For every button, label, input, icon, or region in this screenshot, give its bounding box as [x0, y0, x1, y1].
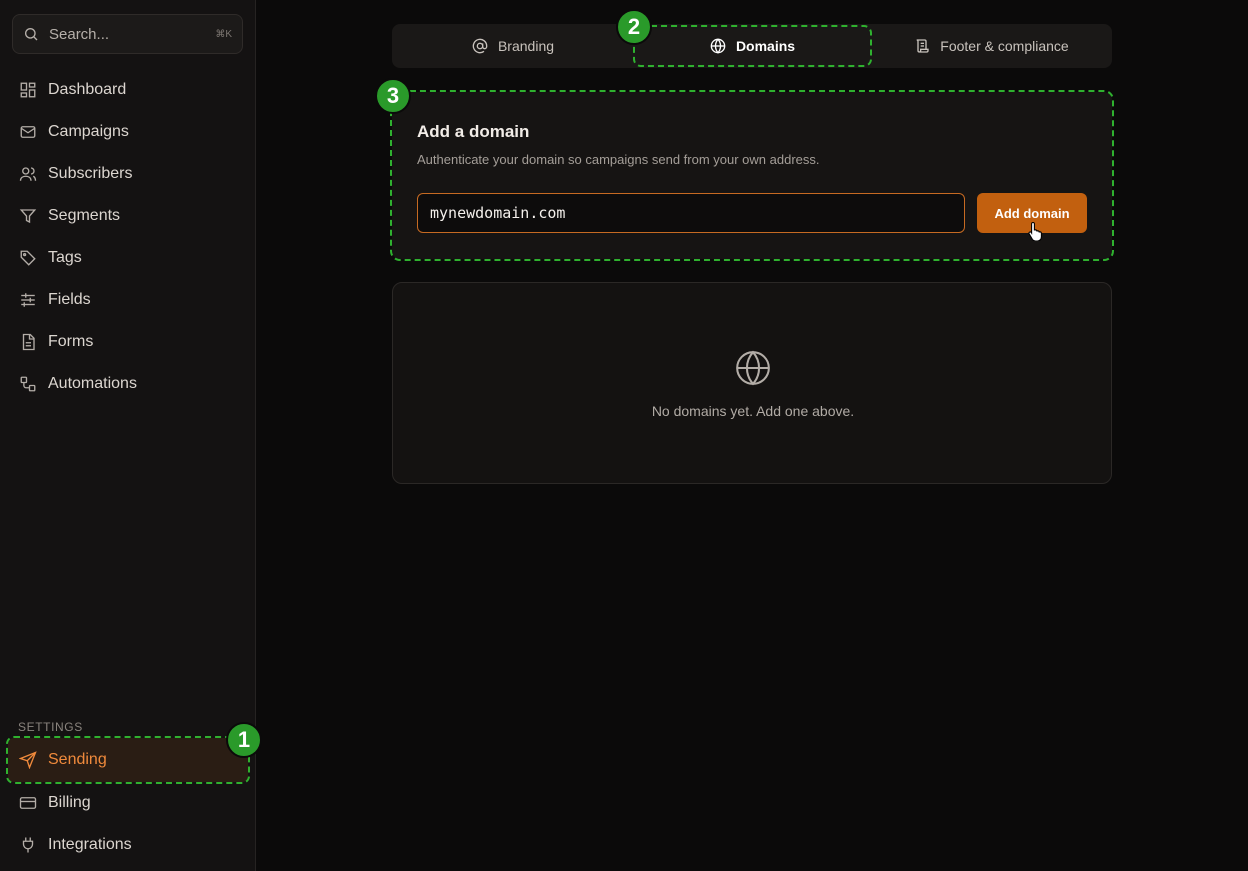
users-icon [18, 164, 38, 184]
sidebar-item-label: Integrations [48, 836, 132, 853]
sidebar-item-label: Campaigns [48, 123, 129, 140]
at-sign-icon [472, 37, 490, 55]
add-domain-title: Add a domain [417, 122, 530, 141]
empty-state-message: No domains yet. Add one above. [651, 403, 855, 419]
scroll-icon [914, 37, 932, 55]
sidebar-item-fields[interactable]: Fields [0, 279, 256, 321]
sidebar-item-segments[interactable]: Segments [0, 195, 256, 237]
search-box[interactable]: Search... ⌘K [12, 14, 243, 54]
sidebar-item-label: Segments [48, 207, 121, 224]
sidebar-item-subscribers[interactable]: Subscribers [0, 153, 256, 195]
tag-icon [18, 248, 38, 268]
sliders-icon [18, 290, 38, 310]
search-shortcut: ⌘K [215, 28, 232, 40]
add-domain-description: Authenticate your domain so campaigns se… [417, 152, 820, 167]
add-domain-card: Add a domain Authenticate your domain so… [390, 90, 1114, 261]
sidebar-item-label: Dashboard [48, 81, 127, 98]
sidebar-item-label: Subscribers [48, 165, 133, 182]
sidebar-item-automations[interactable]: Automations [0, 363, 256, 405]
sidebar-item-label: Fields [48, 291, 91, 308]
settings-nav: Sending Billing Integrations [0, 736, 256, 866]
sidebar-item-forms[interactable]: Forms [0, 321, 256, 363]
main-nav: Dashboard Campaigns Subscribers Segments [0, 69, 256, 405]
sidebar-item-integrations[interactable]: Integrations [0, 824, 256, 866]
credit-card-icon [18, 793, 38, 813]
domains-empty-state: No domains yet. Add one above. [392, 282, 1112, 484]
sidebar-item-tags[interactable]: Tags [0, 237, 256, 279]
annotation-badge-3: 3 [375, 78, 411, 114]
annotation-badge-2: 2 [616, 9, 652, 45]
sidebar-item-label: Tags [48, 249, 82, 266]
sidebar-item-campaigns[interactable]: Campaigns [0, 111, 256, 153]
mail-icon [18, 122, 38, 142]
tab-domains[interactable]: Domains [633, 25, 872, 67]
sidebar-item-sending[interactable]: Sending [6, 736, 250, 784]
tab-footer-compliance[interactable]: Footer & compliance [874, 27, 1109, 65]
dashboard-icon [18, 80, 38, 100]
search-placeholder: Search... [49, 25, 110, 43]
workflow-icon [18, 374, 38, 394]
sidebar: Search... ⌘K Dashboard Campaigns Subscri… [0, 0, 262, 871]
tab-label: Domains [735, 38, 796, 54]
sidebar-item-label: Billing [48, 794, 91, 811]
plug-icon [18, 835, 38, 855]
globe-icon [734, 349, 772, 392]
tab-label: Branding [497, 38, 555, 54]
sidebar-item-dashboard[interactable]: Dashboard [0, 69, 256, 111]
sidebar-item-label: Forms [48, 333, 94, 350]
settings-heading: SETTINGS [18, 720, 83, 734]
send-icon [18, 750, 38, 770]
annotation-badge-1: 1 [226, 722, 262, 758]
settings-tabs: Branding Domains Footer & compliance [392, 24, 1112, 68]
hand-cursor-icon [1028, 221, 1044, 246]
filter-icon [18, 206, 38, 226]
sidebar-item-label: Automations [48, 375, 137, 392]
sidebar-item-billing[interactable]: Billing [0, 782, 256, 824]
file-icon [18, 332, 38, 352]
search-icon [23, 25, 41, 43]
tab-label: Footer & compliance [940, 38, 1069, 54]
sidebar-item-label: Sending [48, 751, 107, 768]
tab-branding[interactable]: Branding [395, 27, 631, 65]
domain-input[interactable] [417, 193, 965, 233]
app-root: Search... ⌘K Dashboard Campaigns Subscri… [0, 0, 1248, 871]
globe-icon [710, 37, 728, 55]
